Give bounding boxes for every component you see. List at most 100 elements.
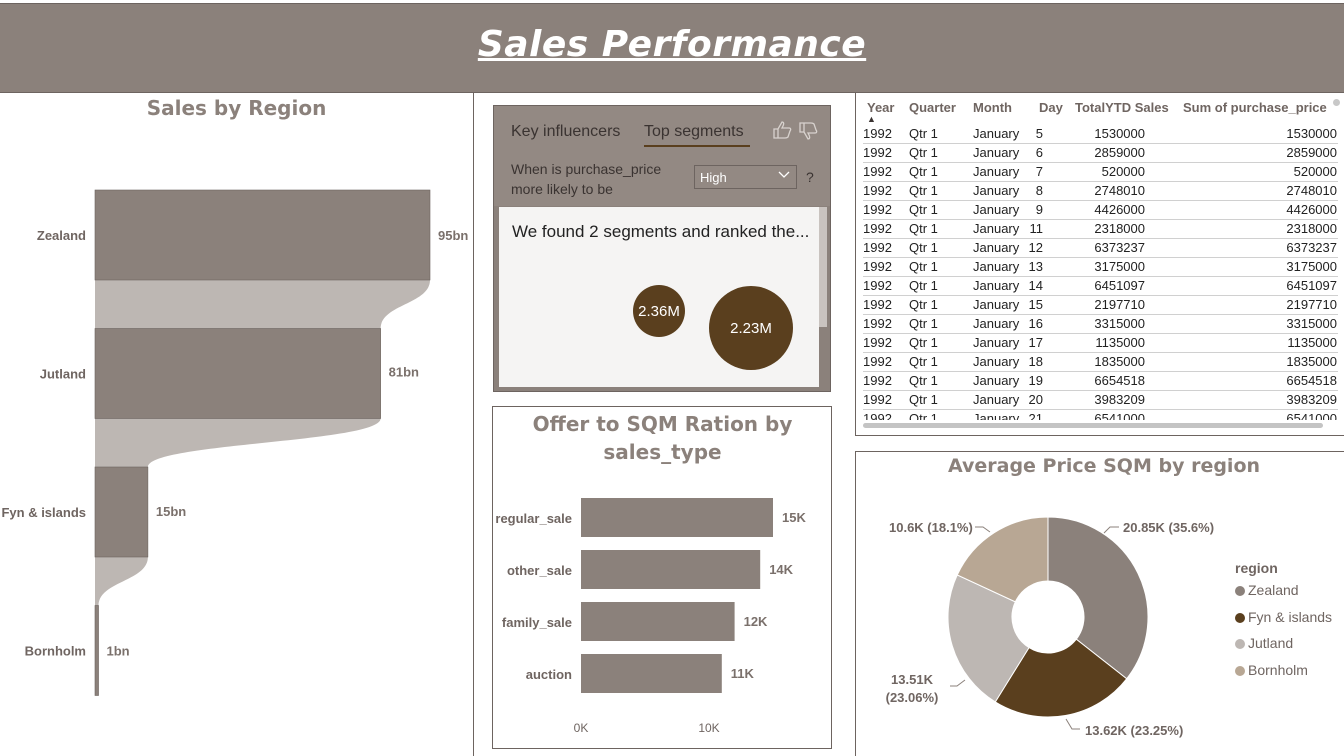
col-sum-purchase-price[interactable]: Sum of purchase_price: [1183, 100, 1327, 115]
table-scroll-dot[interactable]: [1333, 99, 1340, 106]
bar-family-sale[interactable]: [581, 602, 735, 641]
table-row[interactable]: 1992 Qtr 1 January 9 4426000 4426000: [863, 200, 1338, 220]
x-tick-label: 10K: [698, 721, 719, 735]
table-row[interactable]: 1992 Qtr 1 January 12 6373237 6373237: [863, 238, 1338, 258]
col-quarter[interactable]: Quarter: [909, 100, 956, 115]
category-label-family-sale: family_sale: [502, 615, 572, 630]
col-year[interactable]: Year: [867, 100, 894, 115]
help-button[interactable]: ?: [806, 169, 814, 185]
table-cell: Qtr 1: [909, 278, 938, 293]
table-cell: 6373237: [1094, 240, 1145, 255]
legend-marker: [1235, 639, 1245, 649]
offer-sqm-title: Offer to SQM Ration by sales_type: [532, 412, 793, 464]
table-cell: 3983209: [1094, 392, 1145, 407]
sales-by-region-chart: Zealand 95bn Jutland 81bn Fyn & islands 15bn B…: [1, 189, 468, 696]
table-cell: 14: [1028, 278, 1043, 293]
bar-other-sale[interactable]: [581, 550, 761, 589]
table-cell: 3983209: [1286, 392, 1337, 407]
table-cell: 1530000: [1094, 126, 1145, 141]
value-label-fyn-islands: 15bn: [156, 504, 186, 519]
table-cell: 3315000: [1286, 316, 1337, 331]
table-cell: 3175000: [1286, 259, 1337, 274]
table-row[interactable]: 1992 Qtr 1 January 14 6451097 6451097: [863, 276, 1338, 296]
active-tab-indicator: [644, 145, 750, 147]
table-cell: 21: [1028, 411, 1043, 420]
legend-item-bornholm[interactable]: Bornholm: [1235, 662, 1308, 678]
avg-price-title: Average Price SQM by region: [947, 455, 1261, 477]
table-cell: 1992: [863, 221, 892, 236]
table-row[interactable]: 1992 Qtr 1 January 13 3175000 3175000: [863, 257, 1338, 277]
table-cell: 3315000: [1094, 316, 1145, 331]
thumbs-down-icon[interactable]: [798, 121, 820, 146]
table-cell: Qtr 1: [909, 240, 938, 255]
table-cell: 2748010: [1286, 183, 1337, 198]
segments-found-text: We found 2 segments and ranked the...: [512, 222, 810, 241]
table-row[interactable]: 1992 Qtr 1 January 17 1135000 1135000: [863, 333, 1338, 353]
table-row[interactable]: 1992 Qtr 1 January 16 3315000 3315000: [863, 314, 1338, 334]
table-cell: 6541000: [1094, 411, 1145, 420]
legend-item-fyn-islands[interactable]: Fyn & islands: [1235, 609, 1332, 625]
segment-bubble-1[interactable]: 2.36M: [633, 285, 685, 337]
col-month[interactable]: Month: [973, 100, 1012, 115]
table-row[interactable]: 1992 Qtr 1 January 5 1530000 1530000: [863, 124, 1338, 144]
legend-item-jutland[interactable]: Jutland: [1235, 635, 1293, 651]
table-cell: 2859000: [1094, 145, 1145, 160]
donut-data-label-fyn-islands: 13.62K (23.25%): [1085, 723, 1184, 738]
col-totalytd-sales[interactable]: TotalYTD Sales: [1075, 100, 1169, 115]
table-horizontal-scrollbar[interactable]: [863, 423, 1323, 428]
legend-label: Fyn & islands: [1248, 608, 1333, 625]
bar-regular-sale[interactable]: [581, 498, 773, 537]
chevron-down-icon: [778, 169, 790, 184]
table-cell: Qtr 1: [909, 202, 938, 217]
table-cell: Qtr 1: [909, 126, 938, 141]
table-cell: Qtr 1: [909, 392, 938, 407]
purchase-price-select[interactable]: High: [694, 165, 797, 189]
table-cell: 1992: [863, 259, 892, 274]
table-body: 1992 Qtr 1 January 5 1530000 1530000 1992 Qtr 1…: [863, 124, 1338, 420]
table-row[interactable]: 1992 Qtr 1 January 15 2197710 2197710: [863, 295, 1338, 315]
value-label-jutland: 81bn: [389, 365, 419, 380]
table-row[interactable]: 1992 Qtr 1 January 20 3983209 3983209: [863, 390, 1338, 410]
donut-leader-line: [950, 679, 966, 687]
table-cell: 2197710: [1286, 297, 1337, 312]
table-cell: 2859000: [1286, 145, 1337, 160]
value-label-auction: 11K: [731, 666, 755, 681]
bar-bornholm[interactable]: [94, 605, 99, 696]
table-row[interactable]: 1992 Qtr 1 January 8 2748010 2748010: [863, 181, 1338, 201]
table-cell: 1992: [863, 126, 892, 141]
segments-scrollbar[interactable]: [819, 207, 827, 327]
table-cell: 2318000: [1286, 221, 1337, 236]
funnel-ribbon: [95, 418, 381, 467]
table-cell: 13: [1028, 259, 1043, 274]
bar-auction[interactable]: [581, 654, 722, 693]
table-cell: 6654518: [1286, 373, 1337, 388]
bar-jutland[interactable]: [94, 328, 381, 419]
bar-fyn-islands[interactable]: [94, 466, 149, 558]
tab-key-influencers[interactable]: Key influencers: [511, 123, 620, 141]
legend-title: region: [1235, 560, 1278, 576]
tab-top-segments[interactable]: Top segments: [644, 123, 744, 141]
table-cell: 4426000: [1094, 202, 1145, 217]
table-cell: 15: [1028, 297, 1043, 312]
value-label-zealand: 95bn: [438, 228, 468, 243]
legend-marker: [1235, 612, 1245, 623]
bar-zealand[interactable]: [94, 189, 431, 281]
category-label-jutland: Jutland: [40, 367, 86, 382]
thumbs-up-icon[interactable]: [772, 120, 794, 145]
table-cell: Qtr 1: [909, 297, 938, 312]
table-row[interactable]: 1992 Qtr 1 January 11 2318000 2318000: [863, 219, 1338, 239]
table-row[interactable]: 1992 Qtr 1 January 19 6654518 6654518: [863, 371, 1338, 391]
table-cell: 1530000: [1286, 126, 1337, 141]
table-row[interactable]: 1992 Qtr 1 January 6 2859000 2859000: [863, 143, 1338, 163]
legend-item-zealand[interactable]: Zealand: [1235, 582, 1299, 598]
divider-left: [473, 92, 474, 756]
funnel-ribbon: [95, 557, 148, 606]
table-row[interactable]: 1992 Qtr 1 January 21 6541000 6541000: [863, 409, 1338, 420]
value-label-bornholm: 1bn: [107, 644, 130, 659]
table-row[interactable]: 1992 Qtr 1 January 7 520000 520000: [863, 162, 1338, 182]
table-cell: Qtr 1: [909, 183, 938, 198]
col-day[interactable]: Day: [1039, 100, 1063, 115]
table-row[interactable]: 1992 Qtr 1 January 18 1835000 1835000: [863, 352, 1338, 372]
table-cell: 1835000: [1286, 354, 1337, 369]
segment-bubble-2[interactable]: 2.23M: [709, 286, 793, 370]
